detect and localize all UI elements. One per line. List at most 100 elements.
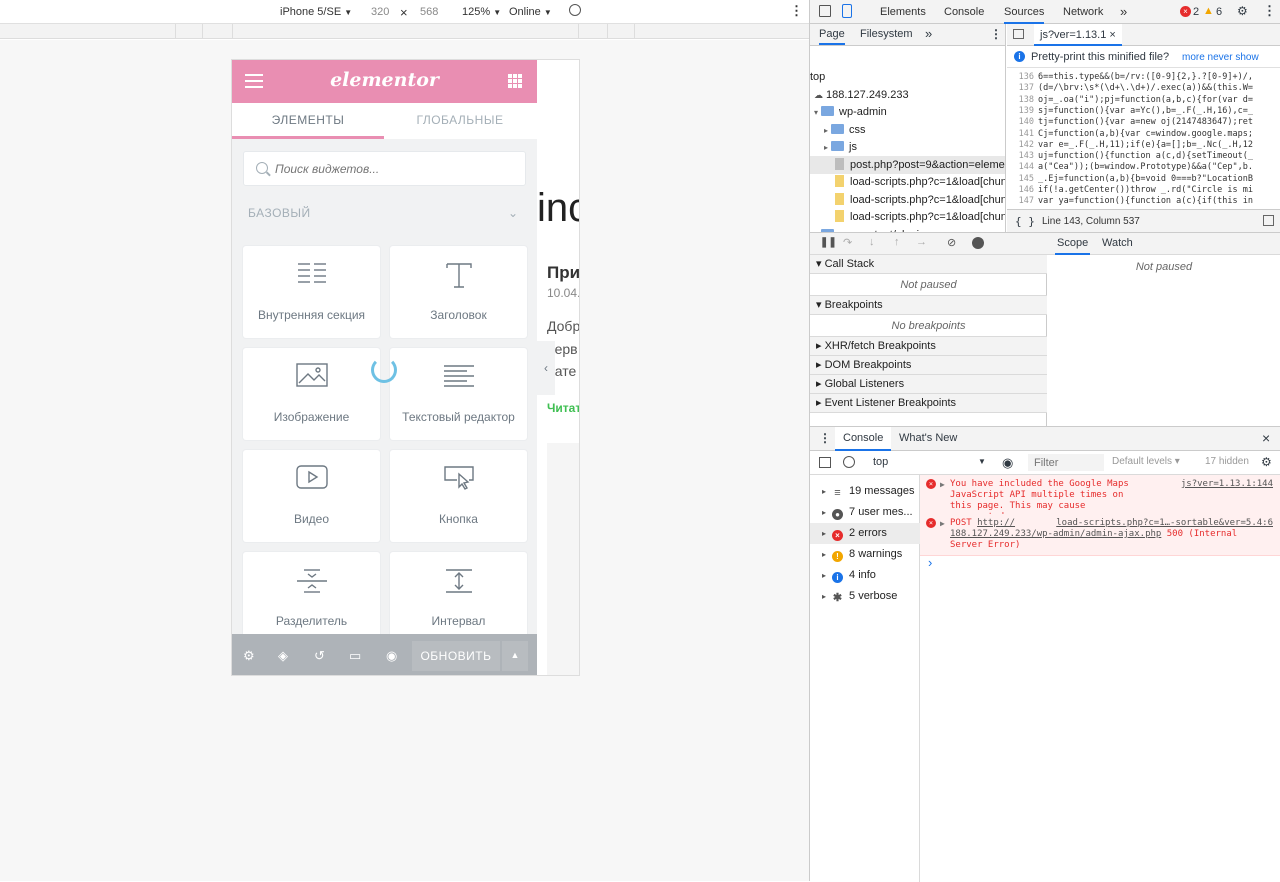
update-button[interactable]: ОБНОВИТЬ: [412, 641, 500, 671]
toggle-navigator-icon[interactable]: [1013, 29, 1024, 39]
line-number[interactable]: 136: [1007, 72, 1034, 84]
code-line[interactable]: 141 Cj=function(a,b){var c=window.google.…: [1007, 129, 1280, 141]
tab-sources[interactable]: Sources: [1004, 0, 1045, 24]
tab-network[interactable]: Network: [1063, 0, 1103, 24]
code-line[interactable]: 137 (d=/\brv:\s*(\d+\.\d+)/.exec(a))&&(th…: [1007, 83, 1280, 95]
height-input[interactable]: 568: [420, 6, 438, 18]
media-query-ruler[interactable]: [0, 24, 809, 39]
global-listeners-section[interactable]: ▸ Global Listeners: [810, 375, 1047, 394]
console-sidebar-item[interactable]: ▸ ≡ 19 messages: [810, 481, 920, 502]
widget-spacer[interactable]: Интервал: [390, 552, 527, 644]
clear-console-icon[interactable]: [843, 456, 855, 468]
widget-image[interactable]: Изображение: [243, 348, 380, 440]
widget-text-editor[interactable]: Текстовый редактор: [390, 348, 527, 440]
rotate-icon[interactable]: [569, 4, 581, 16]
console-error-message[interactable]: × ▶ POST http:// load-scripts.php?c=1…-s…: [920, 514, 1280, 556]
chevron-down-icon[interactable]: ⌄: [508, 206, 518, 220]
search-input[interactable]: [275, 160, 515, 178]
expand-arrow-icon[interactable]: ▸: [822, 487, 826, 496]
pretty-print-links[interactable]: more never show: [1182, 52, 1259, 63]
expand-arrow-icon[interactable]: ▸: [822, 529, 826, 538]
settings-gear-icon[interactable]: ⚙: [243, 648, 255, 664]
inspect-element-icon[interactable]: [819, 5, 831, 17]
line-number[interactable]: 144: [1007, 162, 1034, 174]
device-select[interactable]: iPhone 5/SE ▼: [280, 6, 352, 18]
error-url-link[interactable]: http://: [977, 518, 1015, 528]
navigator-layers-icon[interactable]: ◈: [278, 648, 288, 664]
console-sidebar-item[interactable]: ▸ × 2 errors: [810, 523, 920, 544]
context-select[interactable]: top: [873, 456, 888, 468]
console-sidebar-item[interactable]: ▸ i 4 info: [810, 565, 920, 586]
expand-arrow-icon[interactable]: ▾: [814, 108, 818, 117]
network-select[interactable]: Online ▼: [509, 6, 552, 18]
history-icon[interactable]: ↺: [314, 648, 325, 664]
tab-console-drawer[interactable]: Console: [835, 427, 892, 451]
breakpoints-section[interactable]: ▾ Breakpoints: [810, 296, 1047, 315]
code-line[interactable]: 138 oj=_.oa("i");pj=function(a,b,c){for(v…: [1007, 95, 1280, 107]
step-over-icon[interactable]: ↷: [843, 236, 852, 249]
tab-scope[interactable]: Scope: [1055, 233, 1091, 255]
chevron-up-icon[interactable]: ▲: [502, 641, 528, 671]
pause-icon[interactable]: ❚❚: [820, 237, 837, 248]
console-prompt[interactable]: ›: [928, 555, 932, 570]
expand-arrow-icon[interactable]: ▸: [824, 126, 828, 135]
code-line[interactable]: 143 uj=function(){function a(c,d){setTime…: [1007, 151, 1280, 163]
tab-elements[interactable]: Elements: [880, 0, 926, 24]
expand-arrow-icon[interactable]: ▸: [822, 592, 826, 601]
widget-inner-section[interactable]: Внутренняя секция: [243, 246, 380, 338]
tab-whats-new[interactable]: What's New: [899, 427, 957, 450]
tab-watch[interactable]: Watch: [1102, 233, 1133, 254]
more-tabs-icon[interactable]: »: [925, 26, 932, 41]
sidebar-toggle-icon[interactable]: [819, 457, 831, 468]
more-tabs-icon[interactable]: »: [1120, 0, 1127, 24]
line-number[interactable]: 140: [1007, 117, 1034, 129]
post-title[interactable]: При: [547, 263, 579, 283]
deactivate-breakpoints-icon[interactable]: ⊘: [947, 236, 956, 249]
widget-divider[interactable]: Разделитель: [243, 552, 380, 644]
line-number[interactable]: 147: [1007, 196, 1034, 208]
code-line[interactable]: 140 tj=function(){var a=new oj(2147483647…: [1007, 117, 1280, 129]
expand-triangle-icon[interactable]: ▶: [940, 479, 945, 490]
line-number[interactable]: 145: [1007, 174, 1034, 186]
tab-filesystem[interactable]: Filesystem: [860, 28, 913, 40]
tree-item[interactable]: load-scripts.php?c=1&load[chunk_0: [810, 173, 1005, 191]
close-drawer-icon[interactable]: ×: [1262, 430, 1270, 446]
tree-item[interactable]: load-scripts.php?c=1&load[chunk_0: [810, 191, 1005, 209]
tree-item[interactable]: ▾ wp-admin: [810, 103, 1005, 121]
editor-tab-file[interactable]: js?ver=1.13.1 ×: [1034, 24, 1122, 46]
xhr-breakpoints-section[interactable]: ▸ XHR/fetch Breakpoints: [810, 337, 1047, 356]
live-expression-eye-icon[interactable]: ◉: [1002, 455, 1013, 471]
event-listener-breakpoints-section[interactable]: ▸ Event Listener Breakpoints: [810, 394, 1047, 413]
code-line[interactable]: 139 sj=function(){var a=Yc(),b=_.F(_.H,16…: [1007, 106, 1280, 118]
console-settings-gear-icon[interactable]: ⚙: [1261, 455, 1272, 469]
tree-item[interactable]: ▸ css: [810, 121, 1005, 139]
dom-breakpoints-section[interactable]: ▸ DOM Breakpoints: [810, 356, 1047, 375]
step-icon[interactable]: →: [916, 236, 927, 248]
preview-eye-icon[interactable]: ◉: [386, 648, 397, 664]
message-source-link[interactable]: js?ver=1.13.1:144: [1181, 479, 1273, 490]
step-out-icon[interactable]: ↑: [894, 236, 900, 248]
coverage-icon[interactable]: [1263, 215, 1274, 226]
call-stack-section[interactable]: ▾ Call Stack: [810, 255, 1047, 274]
widget-button[interactable]: Кнопка: [390, 450, 527, 542]
close-icon[interactable]: ×: [1109, 29, 1115, 41]
settings-gear-icon[interactable]: ⚙: [1237, 4, 1248, 18]
more-options-icon[interactable]: ⋮: [790, 3, 803, 19]
widgets-grid-icon[interactable]: [508, 74, 522, 88]
widget-video[interactable]: Видео: [243, 450, 380, 542]
code-line[interactable]: 136 6==this.type&&(b=/rv:([0-9]{2,}.?[0-9…: [1007, 72, 1280, 84]
line-number[interactable]: 139: [1007, 106, 1034, 118]
tree-item[interactable]: ☁ 188.127.249.233: [810, 86, 1005, 104]
code-line[interactable]: 145 _.Ej=function(a,b){b=void 0===b?"Loca…: [1007, 174, 1280, 186]
expand-arrow-icon[interactable]: ▸: [822, 571, 826, 580]
console-sidebar-item[interactable]: ▸ ✱ 5 verbose: [810, 586, 920, 607]
tab-global[interactable]: ГЛОБАЛЬНЫЕ: [384, 103, 536, 139]
step-into-icon[interactable]: ↓: [869, 236, 875, 248]
console-filter-input[interactable]: [1028, 454, 1104, 471]
error-initiator-link[interactable]: load-scripts.php?c=1…-sortable&ver=5.4:6: [1056, 518, 1273, 529]
tab-elements[interactable]: ЭЛЕМЕНТЫ: [232, 103, 384, 139]
line-number[interactable]: 137: [1007, 83, 1034, 95]
code-line[interactable]: 144 a("Cea"));(b=window.Prototype)&&a("Ce…: [1007, 162, 1280, 174]
more-options-icon[interactable]: ⋮: [990, 27, 1002, 41]
tree-item[interactable]: ▸ js: [810, 138, 1005, 156]
